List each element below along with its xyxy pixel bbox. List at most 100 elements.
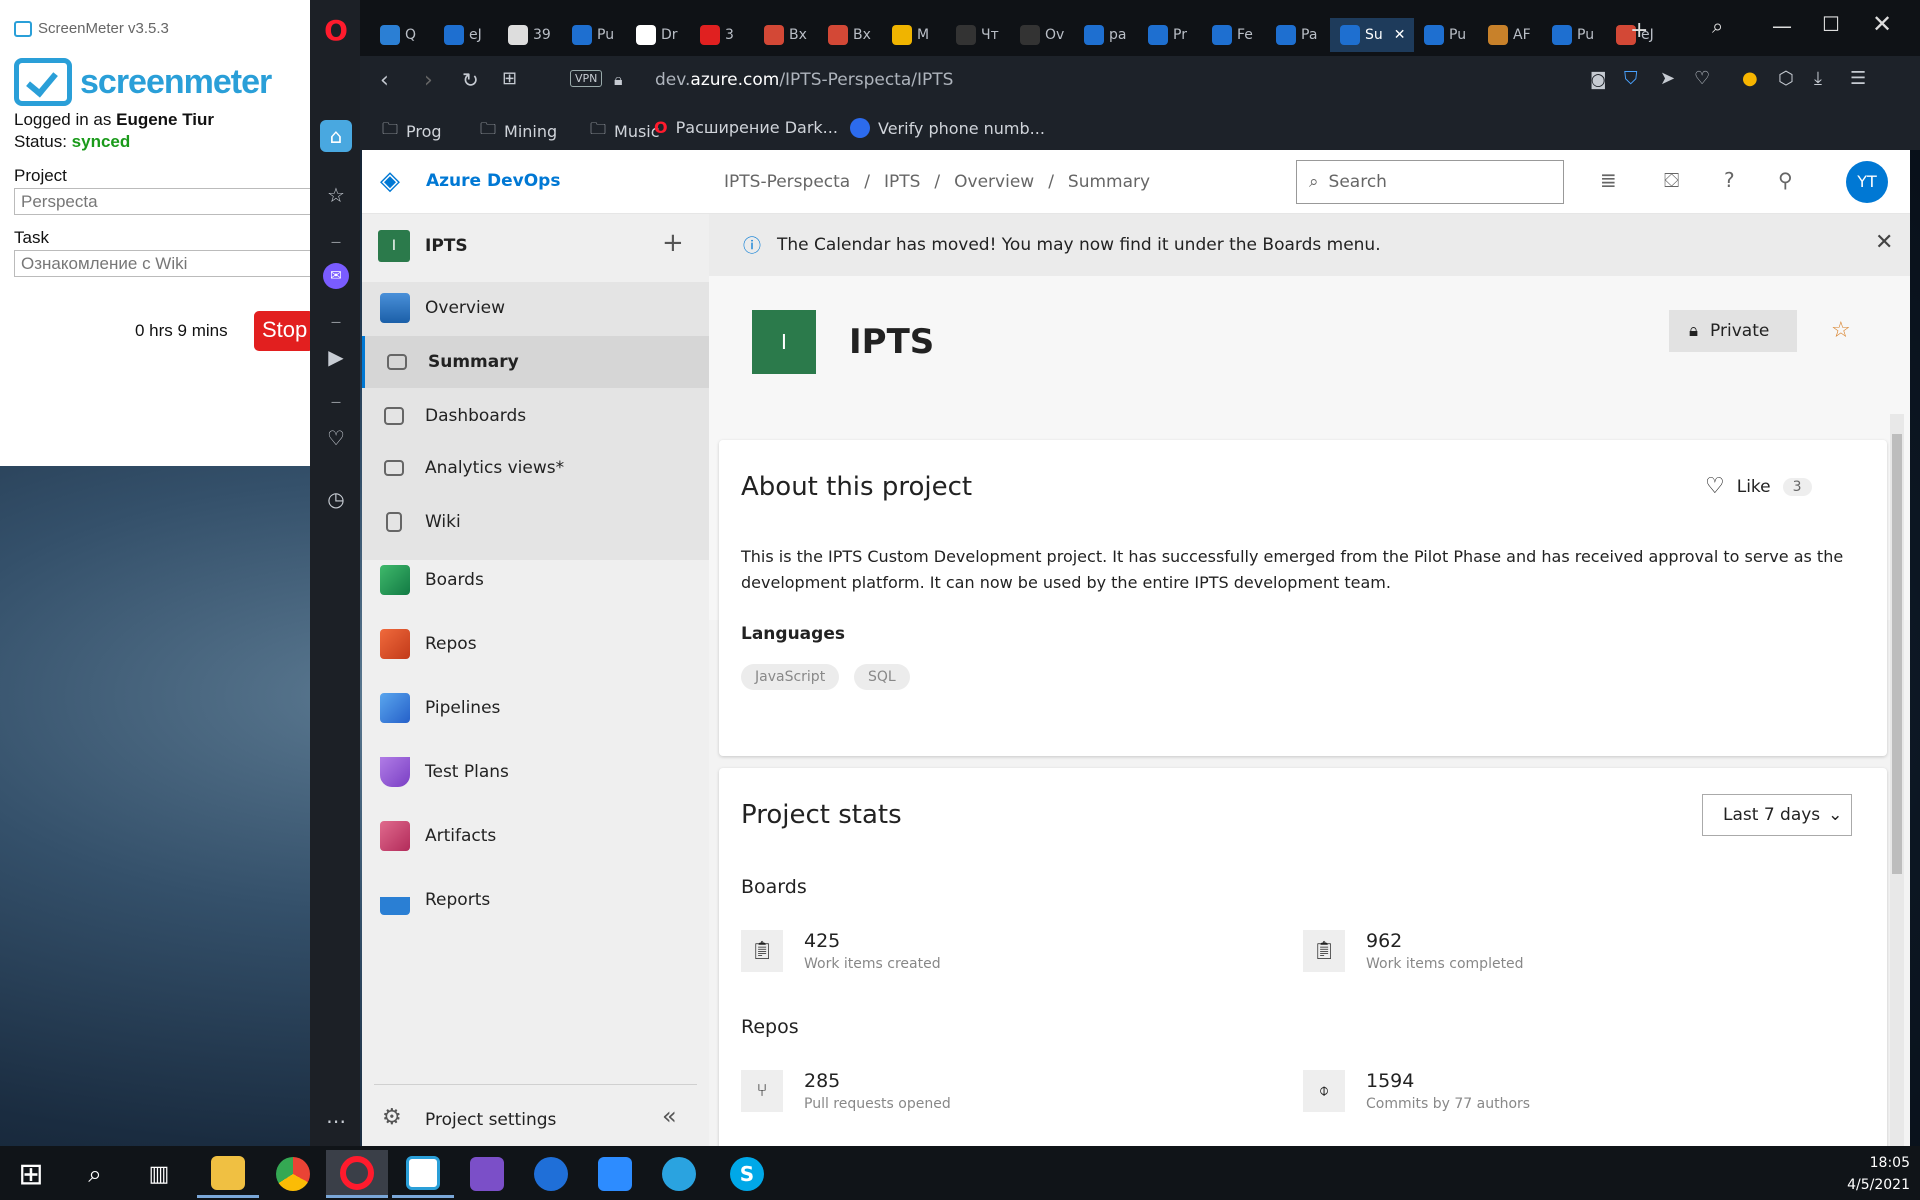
browser-tab[interactable]: pa	[1074, 18, 1138, 52]
marketplace-bag-icon[interactable]: ⛋	[1664, 168, 1679, 192]
browser-tab[interactable]: Pu	[1414, 18, 1478, 52]
browser-tab[interactable]: Bx	[818, 18, 882, 52]
nav-pipelines[interactable]: Pipelines	[362, 682, 709, 734]
cube-icon[interactable]: ⬡	[1778, 68, 1794, 89]
close-banner-icon[interactable]: ✕	[1875, 230, 1893, 255]
new-item-plus-icon[interactable]: +	[662, 228, 684, 258]
breadcrumb-org[interactable]: IPTS-Perspecta	[724, 172, 850, 192]
browser-tab[interactable]: Pa	[1266, 18, 1330, 52]
opera-icon[interactable]	[326, 1150, 388, 1198]
shield-icon[interactable]: ⛉	[1624, 68, 1638, 89]
send-icon[interactable]: ➤	[1660, 68, 1675, 89]
url-field[interactable]: dev.azure.com/IPTS-Perspecta/IPTS	[655, 70, 953, 90]
nav-project-settings[interactable]: ⚙ Project settings	[362, 1094, 709, 1146]
messenger-icon[interactable]: ✉	[323, 263, 349, 289]
browser-tab[interactable]: Su ✕	[1330, 18, 1414, 52]
breadcrumb-overview[interactable]: Overview	[954, 172, 1034, 192]
browser-tab[interactable]: eJ	[434, 18, 498, 52]
browser-tab[interactable]: Dr	[626, 18, 690, 52]
browser-tab[interactable]: Bx	[754, 18, 818, 52]
back-icon[interactable]: ‹	[380, 68, 389, 93]
scrollbar-thumb[interactable]	[1892, 434, 1902, 874]
speed-dial-star-icon[interactable]: ☆	[323, 182, 349, 208]
nav-reports[interactable]: Reports	[362, 874, 709, 926]
work-items-icon[interactable]: ≣	[1600, 168, 1617, 192]
avatar[interactable]: YT	[1846, 161, 1888, 203]
user-settings-icon[interactable]: ⚲	[1778, 168, 1793, 192]
screenmeter-icon[interactable]	[392, 1150, 454, 1198]
close-tab-icon[interactable]: ✕	[1394, 27, 1406, 43]
telegram-icon[interactable]	[648, 1150, 710, 1198]
like-button[interactable]: ♡ Like 3	[1705, 474, 1812, 499]
search-input[interactable]: ⌕ Search	[1296, 160, 1564, 204]
minimize-button[interactable]: —	[1772, 14, 1792, 38]
maps-pin-icon[interactable]	[520, 1150, 582, 1198]
favorite-star-icon[interactable]: ☆	[1831, 318, 1851, 343]
bookmark-verify-phone[interactable]: Verify phone numb...	[850, 118, 1045, 138]
browser-tab[interactable]: Fe	[1202, 18, 1266, 52]
breadcrumb-project[interactable]: IPTS	[884, 172, 920, 192]
scrollbar[interactable]	[1890, 414, 1904, 1146]
skype-icon[interactable]: S	[716, 1150, 778, 1198]
search-tabs-icon[interactable]: ⌕	[1712, 14, 1723, 38]
nav-test-plans[interactable]: Test Plans	[362, 746, 709, 798]
new-tab-button[interactable]: +	[1630, 18, 1648, 43]
bookmark-dark-extension[interactable]: O Расширение Dark...	[654, 118, 838, 137]
easy-setup-icon[interactable]: ☰	[1850, 68, 1866, 89]
close-window-button[interactable]: ✕	[1872, 10, 1892, 38]
more-icon[interactable]: ⋯	[323, 1108, 349, 1134]
forward-icon[interactable]: ›	[424, 68, 433, 93]
browser-tab[interactable]: M	[882, 18, 946, 52]
bookmark-music[interactable]: 🗀︎ Music	[590, 118, 660, 145]
nav-repos[interactable]: Repos	[362, 618, 709, 670]
history-clock-icon[interactable]: ◷	[323, 486, 349, 512]
tab-grid-icon[interactable]: ⊞	[502, 68, 517, 89]
vpn-badge[interactable]: VPN	[570, 70, 603, 87]
browser-tab[interactable]: Чт	[946, 18, 1010, 52]
help-icon[interactable]: ?	[1724, 168, 1735, 192]
browser-tab[interactable]: 39	[498, 18, 562, 52]
browser-tab[interactable]: Q	[370, 18, 434, 52]
browser-tab[interactable]: 3	[690, 18, 754, 52]
browser-tab[interactable]: Pu	[562, 18, 626, 52]
period-dropdown[interactable]: Last 7 days ⌄	[1702, 794, 1852, 836]
chrome-icon[interactable]	[262, 1150, 324, 1198]
azure-devops-logo-icon[interactable]: ◈	[380, 166, 400, 196]
download-icon[interactable]: ⤓	[1814, 68, 1822, 89]
camera-icon[interactable]: ◙	[1590, 70, 1607, 90]
nav-summary[interactable]: Summary	[362, 336, 709, 388]
collapse-nav-icon[interactable]: «	[662, 1102, 677, 1130]
nav-boards[interactable]: Boards	[362, 554, 709, 606]
home-icon[interactable]: ⌂	[320, 120, 352, 152]
start-windows-icon[interactable]: ⊞	[0, 1150, 62, 1198]
bookmark-prog[interactable]: 🗀︎ Prog	[382, 118, 442, 145]
private-badge[interactable]: 🔒︎ Private	[1669, 310, 1797, 352]
maximize-button[interactable]: ☐	[1822, 12, 1840, 36]
reload-icon[interactable]: ↻	[462, 68, 479, 92]
breadcrumb-summary[interactable]: Summary	[1068, 172, 1150, 192]
nav-dashboards[interactable]: Dashboards	[362, 390, 709, 442]
project-field[interactable]: Perspecta	[14, 188, 314, 215]
visual-studio-icon[interactable]	[456, 1150, 518, 1198]
nav-analytics-views[interactable]: Analytics views*	[362, 442, 709, 494]
favorites-heart-icon[interactable]: ♡	[323, 425, 349, 451]
zoom-icon[interactable]	[584, 1150, 646, 1198]
project-name[interactable]: IPTS	[425, 236, 468, 256]
lock-icon[interactable]: 🔒︎	[614, 70, 623, 90]
bulb-icon[interactable]: ●	[1742, 68, 1758, 89]
file-explorer-icon[interactable]	[197, 1150, 259, 1198]
player-icon[interactable]: ▶	[323, 344, 349, 370]
nav-artifacts[interactable]: Artifacts	[362, 810, 709, 862]
brand-title[interactable]: Azure DevOps	[426, 171, 560, 191]
browser-tab[interactable]: AF	[1478, 18, 1542, 52]
browser-tab[interactable]: Pr	[1138, 18, 1202, 52]
browser-tab[interactable]: Ov	[1010, 18, 1074, 52]
task-view-icon[interactable]: ▥	[128, 1150, 190, 1198]
task-field[interactable]: Ознакомление с Wiki	[14, 250, 314, 277]
search-icon[interactable]: ⌕	[64, 1150, 126, 1198]
heart-icon[interactable]: ♡	[1694, 68, 1710, 89]
nav-wiki[interactable]: Wiki	[362, 496, 709, 548]
opera-logo-icon[interactable]: O	[323, 17, 349, 45]
bookmark-mining[interactable]: 🗀︎ Mining	[480, 118, 557, 145]
nav-overview[interactable]: Overview	[362, 282, 709, 334]
